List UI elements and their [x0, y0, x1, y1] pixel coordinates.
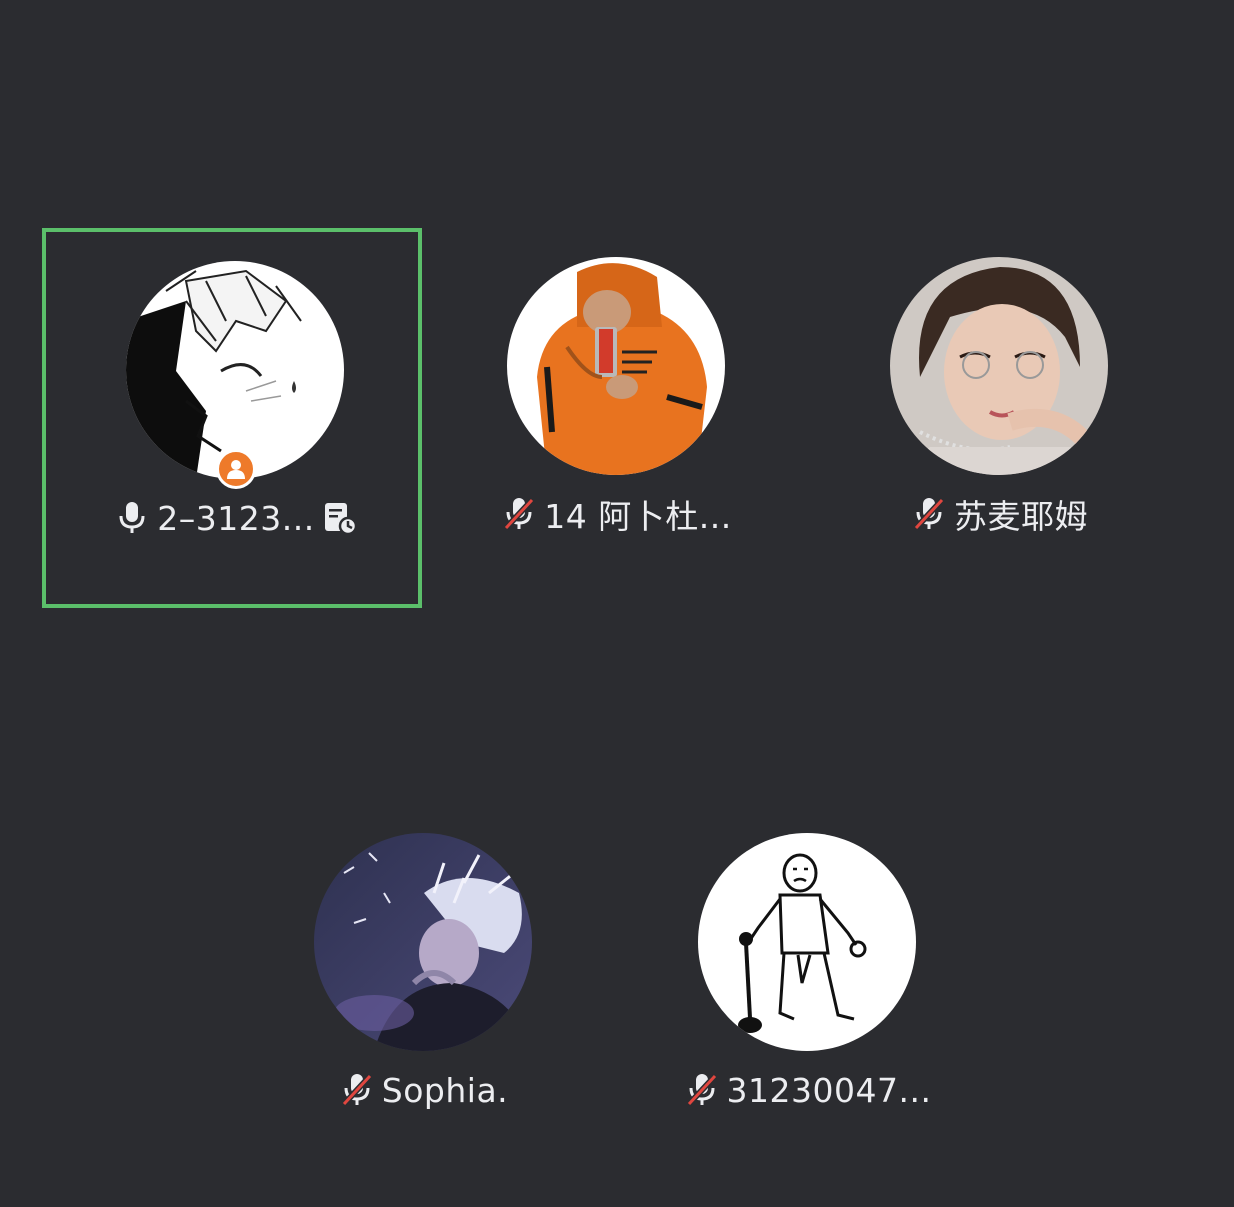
meeting-video-grid: 2–3123... 14 阿卜杜... 苏麦耶姆 Sophia. 3123004…	[0, 0, 1234, 1207]
avatar	[126, 261, 344, 479]
microphone-muted-icon	[685, 1071, 719, 1109]
participant-label: 31230047...	[618, 1068, 998, 1112]
screen-share-icon	[323, 499, 357, 537]
participant-name: 2–3123...	[157, 498, 315, 538]
microphone-muted-icon	[912, 495, 946, 533]
participant-tile[interactable]: 苏麦耶姆	[810, 228, 1190, 608]
participant-label: 14 阿卜杜...	[427, 492, 807, 536]
participant-name: Sophia.	[381, 1070, 509, 1110]
microphone-muted-icon	[340, 1071, 374, 1109]
microphone-icon	[115, 499, 149, 537]
participant-label: 苏麦耶姆	[810, 492, 1190, 536]
participant-label: 2–3123...	[46, 496, 426, 540]
avatar	[698, 833, 916, 1051]
participant-tile[interactable]: 2–3123...	[42, 228, 422, 608]
participant-tile[interactable]: 14 阿卜杜...	[427, 228, 807, 608]
participant-tile[interactable]: 31230047...	[618, 804, 998, 1184]
microphone-muted-icon	[502, 495, 536, 533]
participant-name: 14 阿卜杜...	[544, 497, 732, 536]
avatar	[314, 833, 532, 1051]
avatar	[890, 257, 1108, 475]
avatar	[507, 257, 725, 475]
participant-name: 31230047...	[726, 1070, 932, 1110]
participant-name: 苏麦耶姆	[954, 497, 1088, 536]
participant-label: Sophia.	[234, 1068, 614, 1112]
host-badge-icon	[216, 449, 256, 489]
participant-tile[interactable]: Sophia.	[234, 804, 614, 1184]
